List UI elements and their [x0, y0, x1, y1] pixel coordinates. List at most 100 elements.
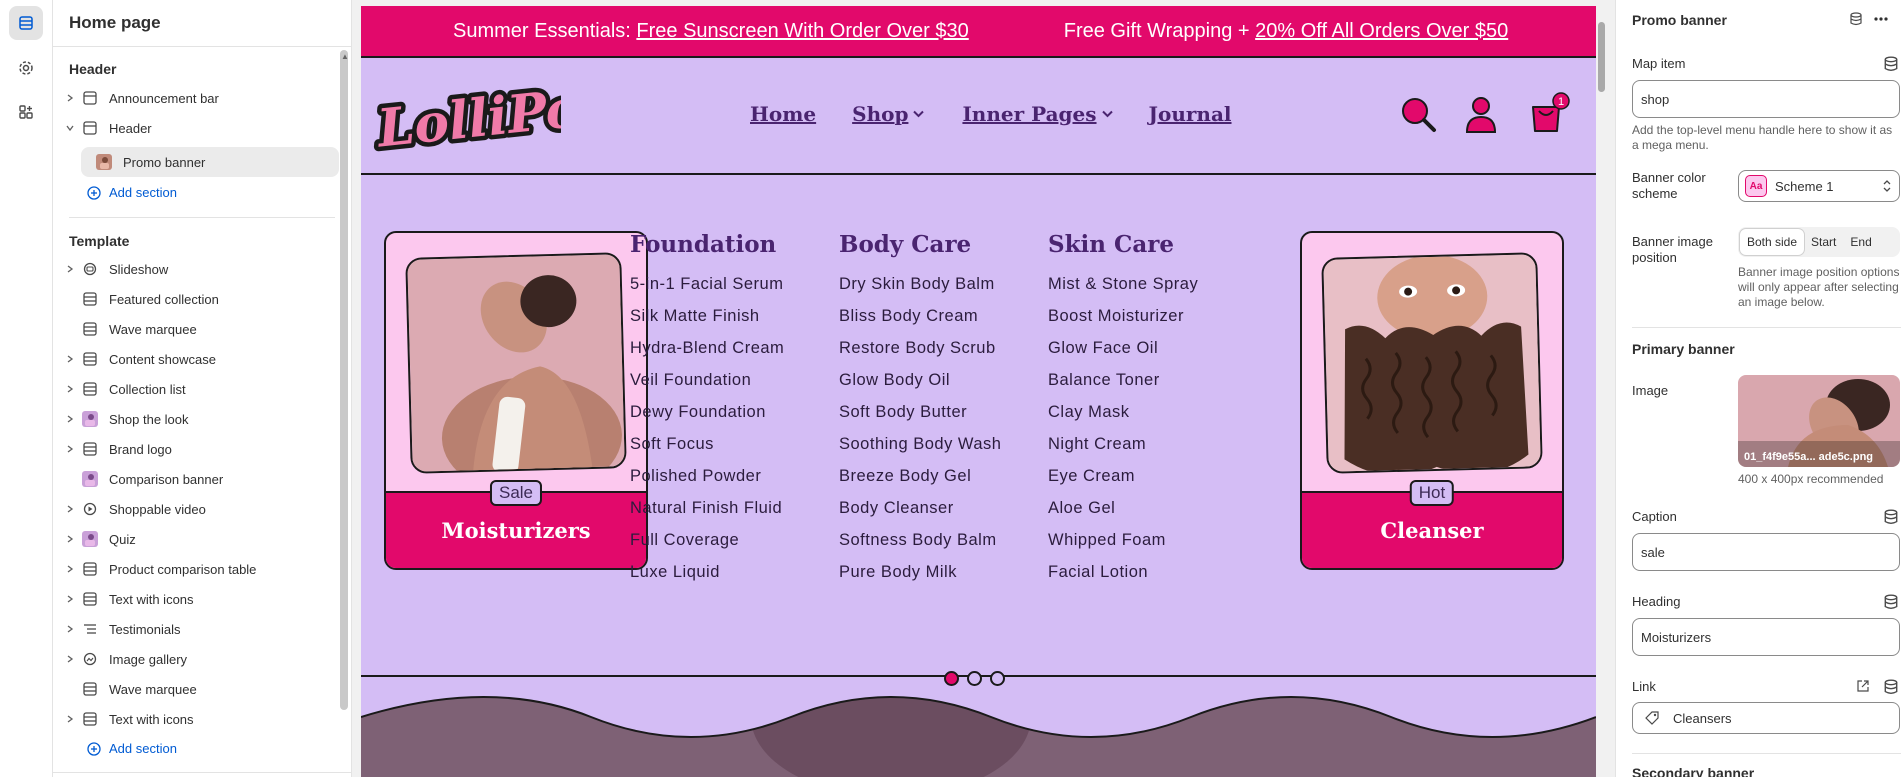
menu-link[interactable]: Polished Powder: [630, 466, 784, 487]
chevron-right-icon[interactable]: [61, 535, 79, 543]
nav-home[interactable]: Home: [750, 102, 816, 126]
template-section-item[interactable]: Testimonials: [61, 615, 333, 643]
cart-icon[interactable]: 1: [1527, 91, 1571, 140]
menu-link[interactable]: Body Cleanser: [839, 498, 1009, 519]
section-announcement-bar[interactable]: Announcement bar: [61, 84, 333, 112]
more-icon[interactable]: [1873, 13, 1889, 25]
scroll-up-icon[interactable]: ▲: [341, 52, 349, 61]
position-option-end[interactable]: End: [1843, 229, 1878, 255]
slide-dot[interactable]: [967, 671, 982, 686]
menu-link[interactable]: Glow Face Oil: [1048, 338, 1198, 359]
menu-link[interactable]: Whipped Foam: [1048, 530, 1198, 551]
menu-link[interactable]: Clay Mask: [1048, 402, 1198, 423]
template-section-item[interactable]: Brand logo: [61, 435, 333, 463]
database-icon[interactable]: [1849, 12, 1863, 26]
scroll-thumb[interactable]: [1598, 22, 1605, 92]
menu-link[interactable]: Pure Body Milk: [839, 562, 1009, 583]
promo-card-right[interactable]: Hot Cleanser: [1300, 231, 1564, 570]
chevron-right-icon[interactable]: [61, 595, 79, 603]
dynamic-source-icon[interactable]: [1883, 594, 1899, 610]
nav-shop[interactable]: Shop: [852, 102, 925, 126]
menu-link[interactable]: Hydra-Blend Cream: [630, 338, 784, 359]
block-promo-banner[interactable]: Promo banner: [81, 147, 339, 177]
slide-dot[interactable]: [944, 671, 959, 686]
external-link-icon[interactable]: [1856, 679, 1870, 693]
menu-link[interactable]: Eye Cream: [1048, 466, 1198, 487]
position-option-both[interactable]: Both side: [1740, 229, 1805, 255]
heading-input[interactable]: Moisturizers: [1632, 618, 1900, 656]
menu-link[interactable]: Dewy Foundation: [630, 402, 784, 423]
apps-icon[interactable]: [9, 95, 43, 129]
menu-link[interactable]: Balance Toner: [1048, 370, 1198, 391]
chevron-right-icon[interactable]: [61, 565, 79, 573]
template-section-item[interactable]: Wave marquee: [61, 675, 333, 703]
menu-link[interactable]: Soft Focus: [630, 434, 784, 455]
template-section-item[interactable]: Slideshow: [61, 255, 333, 283]
chevron-right-icon[interactable]: [61, 655, 79, 663]
menu-column-title[interactable]: Body Care: [839, 231, 1009, 258]
template-section-item[interactable]: Wave marquee: [61, 315, 333, 343]
menu-link[interactable]: Mist & Stone Spray: [1048, 274, 1198, 295]
menu-link[interactable]: Dry Skin Body Balm: [839, 274, 1009, 295]
template-section-item[interactable]: Content showcase: [61, 345, 333, 373]
menu-link[interactable]: Aloe Gel: [1048, 498, 1198, 519]
nav-inner-pages[interactable]: Inner Pages: [962, 102, 1113, 126]
sections-icon[interactable]: [9, 6, 43, 40]
menu-link[interactable]: Bliss Body Cream: [839, 306, 1009, 327]
link-input[interactable]: Cleansers: [1632, 702, 1900, 734]
dynamic-source-icon[interactable]: [1883, 679, 1899, 695]
position-option-start[interactable]: Start: [1804, 229, 1843, 255]
caption-input[interactable]: sale: [1632, 533, 1900, 571]
menu-link[interactable]: Softness Body Balm: [839, 530, 1009, 551]
menu-link[interactable]: Full Coverage: [630, 530, 784, 551]
menu-link[interactable]: Breeze Body Gel: [839, 466, 1009, 487]
chevron-right-icon[interactable]: [61, 94, 79, 102]
chevron-right-icon[interactable]: [61, 715, 79, 723]
page-title[interactable]: Home page: [69, 13, 161, 33]
add-section-button[interactable]: Add section: [87, 185, 177, 200]
search-icon[interactable]: [1400, 96, 1438, 139]
template-section-item[interactable]: Shoppable video: [61, 495, 333, 523]
template-section-item[interactable]: Text with icons: [61, 585, 333, 613]
menu-column-title[interactable]: Foundation: [630, 231, 784, 258]
color-scheme-select[interactable]: Aa Scheme 1: [1738, 170, 1900, 202]
chevron-right-icon[interactable]: [61, 505, 79, 513]
template-section-item[interactable]: Collection list: [61, 375, 333, 403]
chevron-down-icon[interactable]: [61, 124, 79, 132]
menu-link[interactable]: Veil Foundation: [630, 370, 784, 391]
promo-card-left[interactable]: Sale Moisturizers: [384, 231, 648, 570]
template-section-item[interactable]: Product comparison table: [61, 555, 333, 583]
template-section-item[interactable]: Text with icons: [61, 705, 333, 733]
template-section-item[interactable]: Comparison banner: [61, 465, 333, 493]
template-section-item[interactable]: Featured collection: [61, 285, 333, 313]
preview-scrollbar[interactable]: [1597, 6, 1606, 777]
chevron-right-icon[interactable]: [61, 625, 79, 633]
add-section-button[interactable]: Add section: [87, 741, 177, 756]
announcement-link[interactable]: Free Sunscreen With Order Over $30: [636, 20, 968, 42]
store-logo[interactable]: LolliPop LolliPop: [368, 69, 623, 167]
section-header[interactable]: Header: [61, 114, 333, 142]
gear-icon[interactable]: [9, 51, 43, 85]
menu-link[interactable]: Night Cream: [1048, 434, 1198, 455]
dynamic-source-icon[interactable]: [1883, 56, 1899, 72]
menu-link[interactable]: Natural Finish Fluid: [630, 498, 784, 519]
menu-link[interactable]: Luxe Liquid: [630, 562, 784, 583]
chevron-right-icon[interactable]: [61, 385, 79, 393]
chevron-right-icon[interactable]: [61, 445, 79, 453]
chevron-right-icon[interactable]: [61, 415, 79, 423]
template-section-item[interactable]: Image gallery: [61, 645, 333, 673]
nav-journal[interactable]: Journal: [1149, 102, 1232, 126]
menu-link[interactable]: Facial Lotion: [1048, 562, 1198, 583]
menu-link[interactable]: Soft Body Butter: [839, 402, 1009, 423]
image-picker[interactable]: 01_f4f9e55a... ade5c.png: [1738, 375, 1900, 467]
dynamic-source-icon[interactable]: [1883, 509, 1899, 525]
menu-link[interactable]: Boost Moisturizer: [1048, 306, 1198, 327]
menu-link[interactable]: Restore Body Scrub: [839, 338, 1009, 359]
slide-dot[interactable]: [990, 671, 1005, 686]
menu-link[interactable]: Glow Body Oil: [839, 370, 1009, 391]
chevron-right-icon[interactable]: [61, 355, 79, 363]
template-section-item[interactable]: Quiz: [61, 525, 333, 553]
template-section-item[interactable]: Shop the look: [61, 405, 333, 433]
menu-column-title[interactable]: Skin Care: [1048, 231, 1198, 258]
account-icon[interactable]: [1464, 96, 1498, 139]
